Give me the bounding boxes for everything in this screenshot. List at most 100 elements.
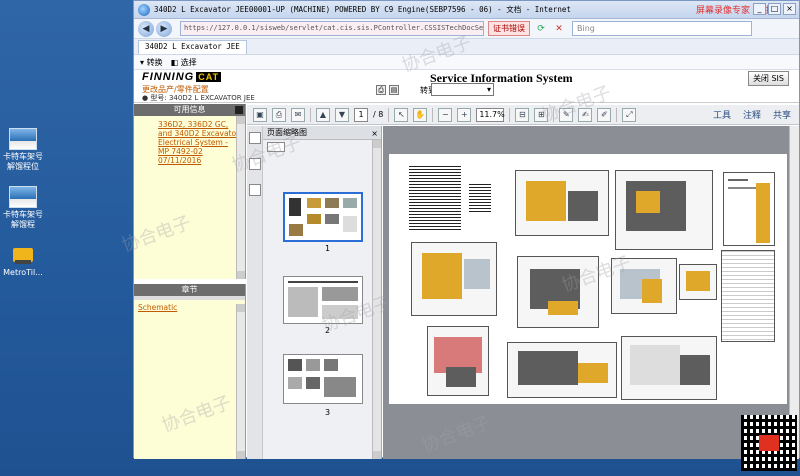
- desktop-icon-label: 卡特车架号 解馏程: [3, 210, 43, 229]
- tools-menu[interactable]: 工具: [713, 108, 731, 121]
- save-icon[interactable]: ▣: [253, 107, 267, 122]
- thumbnail-page[interactable]: [283, 354, 363, 404]
- parts-table: [469, 184, 491, 214]
- pages-icon[interactable]: [249, 132, 261, 144]
- url-input[interactable]: https://127.0.0.1/sisweb/servlet/cat.cis…: [180, 21, 484, 36]
- bookmark-icon[interactable]: [249, 184, 261, 196]
- side-icon-rail: [247, 126, 263, 459]
- desktop-icon-car-serial-2[interactable]: 卡特车架号 解馏程: [0, 186, 46, 230]
- page-number-input[interactable]: 1: [354, 107, 368, 122]
- excavator-icon: [9, 244, 37, 266]
- thumbnail-options-icon[interactable]: [267, 142, 285, 152]
- schematic-link[interactable]: Schematic: [134, 300, 245, 312]
- sis-icon-group: ⎙ ▤: [376, 85, 399, 95]
- ie-logo-icon: [138, 3, 150, 16]
- chapters-title: 章节: [181, 285, 198, 294]
- schematic-page: [389, 154, 787, 404]
- desktop-shortcut-icon: [9, 128, 37, 150]
- sis-header: FINNING CAT 更改品产/零件配置 ● 型号: 340D2 L EXCAV…: [134, 71, 799, 103]
- comment-menu[interactable]: 注释: [743, 108, 761, 121]
- sign-icon[interactable]: ✍: [578, 107, 593, 122]
- available-info-panel: 可用信息 336D2, 336D2 GC, and 340D2 Excavato…: [134, 104, 246, 279]
- select-menu[interactable]: ◧ 选择: [171, 57, 197, 68]
- machine-photo: [679, 264, 717, 300]
- zoom-out-icon[interactable]: −: [438, 107, 453, 122]
- attachment-icon[interactable]: [249, 158, 261, 170]
- stop-icon[interactable]: ✕: [552, 22, 566, 36]
- document-view[interactable]: [383, 126, 799, 459]
- goto-select[interactable]: [431, 83, 494, 96]
- chapters-header: 章节: [134, 284, 245, 296]
- toolbar-separator: [310, 107, 311, 122]
- window-titlebar[interactable]: 340D2 L Excavator JEE00001-UP (MACHINE) …: [134, 1, 799, 19]
- serial-label: ● 型号:: [142, 94, 167, 102]
- machine-photo: [507, 342, 617, 398]
- share-menu[interactable]: 共享: [773, 108, 791, 121]
- document-link[interactable]: 336D2, 336D2 GC, and 340D2 Excavator Ele…: [134, 116, 245, 165]
- cat-logo: CAT: [196, 72, 222, 82]
- thumbnail-scrollbar[interactable]: [372, 140, 381, 459]
- expand-icon[interactable]: ⤢: [622, 107, 637, 122]
- print-icon[interactable]: ⎙: [272, 107, 286, 122]
- machine-photo: [621, 336, 717, 400]
- desktop-icon-metrotil[interactable]: MetroTil...: [0, 244, 46, 278]
- machine-photo: [517, 256, 599, 328]
- legend-table: [721, 250, 775, 342]
- window-controls: _ □ ×: [753, 3, 796, 15]
- model-line: ● 型号: 340D2 L EXCAVATOR JEE: [142, 93, 255, 103]
- convert-menu[interactable]: ▾ 转换: [140, 57, 163, 68]
- print-icon[interactable]: ⎙: [376, 85, 386, 95]
- machine-photo: [611, 258, 677, 314]
- search-input[interactable]: Bing: [572, 21, 752, 36]
- desktop-icon-car-serial-1[interactable]: 卡特车架号 解馏程位: [0, 128, 46, 172]
- brand-text: FINNING: [142, 71, 195, 83]
- document-scrollbar[interactable]: [789, 126, 799, 459]
- command-bar: ▾ 转换 ◧ 选择: [134, 55, 799, 70]
- desktop-icon-label: MetroTil...: [3, 268, 43, 277]
- select-cursor-icon[interactable]: ↖: [394, 107, 409, 122]
- close-sis-button[interactable]: 关闭 SIS: [747, 71, 789, 86]
- parts-table: [409, 166, 461, 232]
- thumbnail-title: 页面缩略图: [267, 128, 307, 137]
- panel-scrollbar[interactable]: [236, 116, 245, 279]
- hand-tool-icon[interactable]: ✋: [413, 107, 428, 122]
- back-arrow-icon[interactable]: ◀: [138, 20, 154, 37]
- page-up-icon[interactable]: ▲: [316, 107, 330, 122]
- page-down-icon[interactable]: ▼: [335, 107, 349, 122]
- zoom-select[interactable]: 11.7%: [476, 107, 505, 122]
- maximize-button[interactable]: □: [768, 3, 781, 15]
- thumbnail-page-number: 2: [325, 326, 331, 335]
- convert-label: 转换: [146, 57, 163, 67]
- pdf-toolbar: ▣ ⎙ ✉ ▲ ▼ 1 / 8 ↖ ✋ − + 11.7% ⊟ ⊞ ✎ ✍ ✐ …: [247, 105, 799, 125]
- close-icon[interactable]: ×: [371, 127, 378, 141]
- title-block: [723, 172, 775, 246]
- thumbnail-page[interactable]: [283, 276, 363, 324]
- toolbar-separator: [616, 107, 618, 122]
- available-info-title: 可用信息: [173, 105, 206, 114]
- page-total: / 8: [373, 110, 384, 119]
- fit-width-icon[interactable]: ⊞: [534, 107, 549, 122]
- minimize-button[interactable]: _: [753, 3, 766, 15]
- toolbar-separator: [553, 107, 555, 122]
- qr-badge: [759, 435, 779, 451]
- desktop-icon-label: 卡特车架号 解馏程位: [3, 152, 43, 171]
- tab-bar: 340D2 L Excavator JEE: [134, 39, 799, 55]
- fit-page-icon[interactable]: ⊟: [515, 107, 530, 122]
- document-icon[interactable]: ▤: [389, 85, 399, 95]
- email-icon[interactable]: ✉: [291, 107, 305, 122]
- panel-close-icon[interactable]: [235, 106, 243, 114]
- pdf-right-menu: 工具 注释 共享: [713, 108, 791, 121]
- ie-window: 340D2 L Excavator JEE00001-UP (MACHINE) …: [133, 0, 800, 459]
- comment-icon[interactable]: ✐: [597, 107, 612, 122]
- zoom-in-icon[interactable]: +: [457, 107, 472, 122]
- close-window-button[interactable]: ×: [783, 3, 796, 15]
- machine-photo: [615, 170, 713, 250]
- thumbnail-page[interactable]: [283, 192, 363, 242]
- machine-photo: [427, 326, 489, 396]
- edit-icon[interactable]: ✎: [559, 107, 574, 122]
- refresh-icon[interactable]: ⟳: [534, 22, 548, 36]
- certificate-error-badge[interactable]: 证书错误: [488, 21, 530, 36]
- tab-active[interactable]: 340D2 L Excavator JEE: [138, 40, 247, 54]
- panel-scrollbar[interactable]: [236, 304, 245, 459]
- forward-arrow-icon[interactable]: ▶: [156, 20, 172, 37]
